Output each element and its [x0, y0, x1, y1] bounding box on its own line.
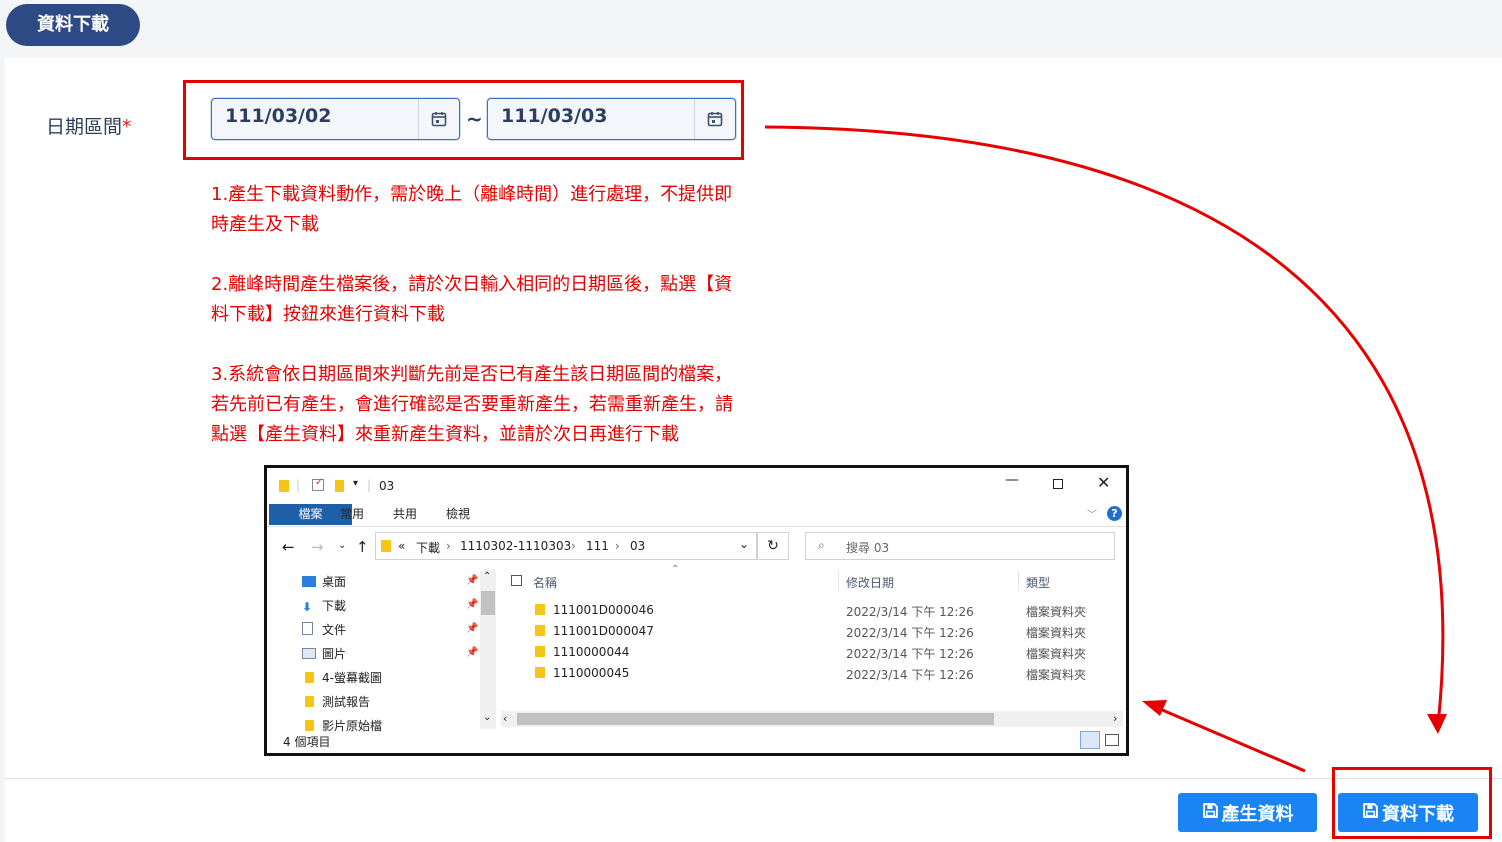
- pin-icon[interactable]: 📌: [466, 623, 478, 634]
- file-row-name[interactable]: 1110000045: [553, 666, 629, 680]
- download-data-label: 資料下載: [1382, 803, 1454, 825]
- scroll-down-icon[interactable]: ⌄: [483, 712, 491, 723]
- file-row-date: 2022/3/14 下午 12:26: [846, 647, 974, 661]
- desktop-icon: [302, 576, 316, 587]
- column-header-date[interactable]: 修改日期: [846, 574, 894, 591]
- document-icon: [302, 622, 313, 635]
- folder-icon: [381, 540, 391, 552]
- ribbon-divider: [267, 526, 1126, 527]
- refresh-icon[interactable]: ↻: [757, 532, 789, 560]
- back-arrow-icon[interactable]: ←: [282, 538, 295, 556]
- new-folder-icon[interactable]: [335, 480, 344, 495]
- window-title: 03: [379, 479, 395, 493]
- column-header-name[interactable]: 名稱: [533, 574, 557, 591]
- tree-item-test-reports[interactable]: 測試報告: [302, 693, 370, 710]
- search-placeholder[interactable]: 搜尋 03: [846, 539, 889, 556]
- column-divider[interactable]: [1018, 571, 1019, 591]
- file-explorer-window: | ✓ ▾ | 03 — ✕ 檔案 常用 共用 檢視 ﹀ ? ← → ⌄ ↑ «…: [264, 465, 1129, 756]
- close-icon[interactable]: ✕: [1097, 473, 1110, 492]
- select-all-checkbox[interactable]: [511, 575, 522, 586]
- chevron-right-icon: ›: [615, 539, 620, 553]
- generate-data-label: 產生資料: [1221, 803, 1294, 825]
- file-row-date: 2022/3/14 下午 12:26: [846, 626, 974, 640]
- maximize-icon[interactable]: [1053, 479, 1063, 489]
- details-view-icon[interactable]: [1080, 731, 1100, 749]
- folder-icon: [305, 720, 314, 731]
- properties-icon[interactable]: ✓: [312, 477, 324, 491]
- search-box[interactable]: ⌕ 搜尋 03: [805, 532, 1115, 560]
- folder-icon: [279, 480, 289, 495]
- pin-icon[interactable]: 📌: [466, 575, 478, 586]
- file-row-name[interactable]: 111001D000047: [553, 624, 654, 638]
- ribbon-expand-icon[interactable]: ﹀: [1087, 506, 1097, 521]
- breadcrumb-downloads[interactable]: 下載: [416, 539, 440, 556]
- file-row-type: 檔案資料夾: [1026, 647, 1087, 661]
- folder-icon: [535, 625, 545, 636]
- chevron-right-icon: ›: [571, 539, 576, 553]
- sort-up-icon: ⌃: [671, 564, 680, 575]
- folder-icon: [535, 604, 545, 615]
- pin-icon[interactable]: 📌: [466, 599, 478, 610]
- generate-data-button[interactable]: 產生資料: [1178, 793, 1317, 832]
- file-row-date: 2022/3/14 下午 12:26: [846, 668, 974, 682]
- toolbar-separator: |: [367, 478, 372, 492]
- tree-item-pictures[interactable]: 圖片: [302, 645, 346, 662]
- search-icon: ⌕: [818, 538, 825, 552]
- column-divider[interactable]: [838, 571, 839, 591]
- forward-arrow-icon[interactable]: →: [311, 538, 324, 556]
- tree-scrollbar[interactable]: ⌃ ⌄: [480, 571, 496, 729]
- recent-locations-icon[interactable]: ⌄: [338, 540, 346, 551]
- breadcrumb-range-folder[interactable]: 1110302-1110303: [460, 539, 571, 553]
- column-header-type[interactable]: 類型: [1026, 574, 1050, 591]
- download-data-button[interactable]: 資料下載: [1338, 793, 1478, 832]
- file-row-name[interactable]: 1110000044: [553, 645, 629, 659]
- tree-item-screenshots[interactable]: 4-螢幕截圖: [302, 669, 382, 686]
- chevron-down-icon[interactable]: ⌄: [739, 537, 749, 551]
- file-row-type: 檔案資料夾: [1026, 605, 1087, 619]
- tree-item-desktop[interactable]: 桌面: [302, 573, 346, 590]
- scroll-left-icon[interactable]: ‹: [503, 712, 507, 725]
- breadcrumb-03[interactable]: 03: [630, 539, 645, 553]
- help-icon[interactable]: ?: [1107, 506, 1122, 521]
- save-icon: [1362, 802, 1379, 824]
- file-row-type: 檔案資料夾: [1026, 668, 1087, 682]
- breadcrumb-111[interactable]: 111: [586, 539, 609, 553]
- scroll-right-icon[interactable]: ›: [1113, 712, 1117, 725]
- file-row-name[interactable]: 111001D000046: [553, 603, 654, 617]
- horizontal-scrollbar[interactable]: ‹ ›: [501, 711, 1123, 727]
- file-row-type: 檔案資料夾: [1026, 626, 1087, 640]
- ribbon-tab-home[interactable]: 常用: [340, 504, 364, 525]
- folder-icon: [305, 672, 314, 683]
- breadcrumb-overflow[interactable]: «: [398, 539, 405, 553]
- folder-icon: [305, 696, 314, 707]
- quick-access-dropdown-icon[interactable]: ▾: [353, 478, 358, 489]
- status-item-count: 4 個項目: [283, 735, 331, 749]
- up-arrow-icon[interactable]: ↑: [356, 538, 369, 556]
- large-icons-view-icon[interactable]: [1105, 734, 1119, 746]
- save-icon: [1202, 802, 1219, 824]
- folder-icon: [535, 646, 545, 657]
- picture-icon: [302, 648, 316, 659]
- scrollbar-thumb[interactable]: [481, 591, 495, 615]
- tree-item-documents[interactable]: 文件: [302, 621, 346, 638]
- scrollbar-thumb[interactable]: [517, 713, 994, 725]
- minimize-icon[interactable]: —: [1005, 472, 1019, 488]
- scroll-up-icon[interactable]: ⌃: [483, 571, 491, 582]
- ribbon-tab-share[interactable]: 共用: [393, 504, 417, 525]
- toolbar-separator: |: [296, 478, 301, 492]
- ribbon-tab-view[interactable]: 檢視: [446, 504, 470, 525]
- download-arrow-icon: ⬇: [302, 600, 313, 614]
- pin-icon[interactable]: 📌: [466, 647, 478, 658]
- address-bar[interactable]: « 下載 › 1110302-1110303 › 111 › 03 ⌄: [375, 532, 757, 560]
- tree-item-downloads[interactable]: ⬇ 下載: [302, 597, 346, 614]
- file-row-date: 2022/3/14 下午 12:26: [846, 605, 974, 619]
- chevron-right-icon: ›: [446, 539, 451, 553]
- folder-icon: [535, 667, 545, 678]
- tree-item-raw-videos[interactable]: 影片原始檔: [302, 717, 382, 734]
